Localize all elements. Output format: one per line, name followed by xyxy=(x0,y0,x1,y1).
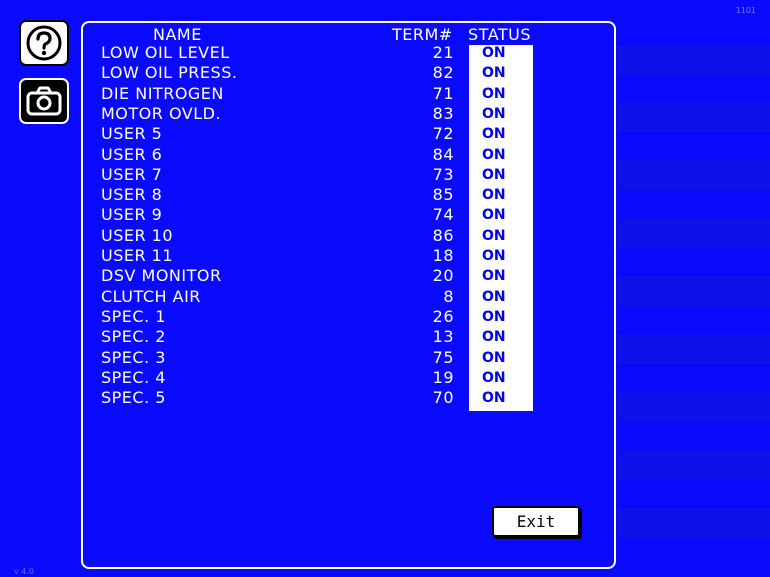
row-status: ON xyxy=(482,268,506,285)
row-status: ON xyxy=(482,308,506,325)
row-name: LOW OIL PRESS. xyxy=(101,63,238,83)
row-name: SPEC. 2 xyxy=(101,327,166,347)
background-stripe xyxy=(618,450,770,480)
help-icon xyxy=(26,25,62,61)
header-status: STATUS xyxy=(468,25,532,44)
row-term: 21 xyxy=(432,43,454,62)
row-term: 82 xyxy=(432,63,454,83)
row-name: SPEC. 3 xyxy=(101,347,166,367)
background-stripe xyxy=(618,160,770,190)
row-term: 13 xyxy=(432,327,454,347)
corner-label: 1101 xyxy=(735,6,756,15)
row-term: 26 xyxy=(432,306,454,326)
background-stripe xyxy=(618,102,770,132)
help-button[interactable] xyxy=(19,20,69,66)
row-status: ON xyxy=(482,85,506,102)
camera-button[interactable] xyxy=(19,78,69,124)
row-name: MOTOR OVLD. xyxy=(101,103,222,123)
row-term: 19 xyxy=(432,367,454,387)
row-status: ON xyxy=(482,248,506,264)
row-status: ON xyxy=(482,369,506,386)
row-name: USER 5 xyxy=(101,124,163,144)
row-status: ON xyxy=(482,146,506,163)
row-status: ON xyxy=(482,390,506,407)
background-stripe xyxy=(618,276,770,306)
row-name: DSV MONITOR xyxy=(101,266,222,286)
background-stripe xyxy=(618,392,770,422)
row-name: USER 9 xyxy=(101,205,163,225)
row-name: LOW OIL LEVEL xyxy=(101,43,230,62)
row-status: ON xyxy=(482,329,506,346)
row-name: CLUTCH AIR xyxy=(101,286,201,306)
row-name: SPEC. 4 xyxy=(101,367,166,387)
row-status: ON xyxy=(482,166,506,183)
status-panel: NAME TERM# STATUS LOW OIL LEVEL 21 ON LOW O… xyxy=(81,21,616,569)
row-term: 72 xyxy=(432,124,454,144)
row-term: 85 xyxy=(432,185,454,205)
row-status: ON xyxy=(482,187,506,204)
header-name: NAME xyxy=(153,25,202,44)
row-status: ON xyxy=(482,288,506,305)
row-term: 20 xyxy=(432,266,454,286)
background-stripe xyxy=(618,45,770,75)
background-stripe xyxy=(618,218,770,248)
row-status: ON xyxy=(482,227,506,244)
row-term: 86 xyxy=(432,225,454,245)
row-status: ON xyxy=(482,65,506,82)
background-stripe xyxy=(618,334,770,364)
row-name: SPEC. 5 xyxy=(101,388,166,408)
row-term: 73 xyxy=(432,164,454,184)
row-name: USER 6 xyxy=(101,144,163,164)
row-name: DIE NITROGEN xyxy=(101,83,224,103)
row-term: 8 xyxy=(443,286,454,306)
version-label: v 4.0 xyxy=(14,567,34,576)
row-term: 18 xyxy=(432,246,454,265)
row-name: USER 11 xyxy=(101,246,174,265)
header-term: TERM# xyxy=(392,25,453,44)
row-status: ON xyxy=(482,207,506,224)
row-term: 84 xyxy=(432,144,454,164)
camera-icon xyxy=(26,86,62,116)
row-name: USER 8 xyxy=(101,185,163,205)
row-status: ON xyxy=(482,126,506,143)
row-name: SPEC. 1 xyxy=(101,306,166,326)
row-status: ON xyxy=(482,105,506,122)
row-name: USER 10 xyxy=(101,225,174,245)
row-status: ON xyxy=(482,45,506,61)
row-term: 74 xyxy=(432,205,454,225)
exit-button[interactable]: Exit xyxy=(492,506,580,537)
background-stripe xyxy=(618,508,770,538)
row-term: 71 xyxy=(432,83,454,103)
row-term: 70 xyxy=(432,388,454,408)
row-term: 83 xyxy=(432,103,454,123)
row-term: 75 xyxy=(432,347,454,367)
row-name: USER 7 xyxy=(101,164,163,184)
row-status: ON xyxy=(482,349,506,366)
